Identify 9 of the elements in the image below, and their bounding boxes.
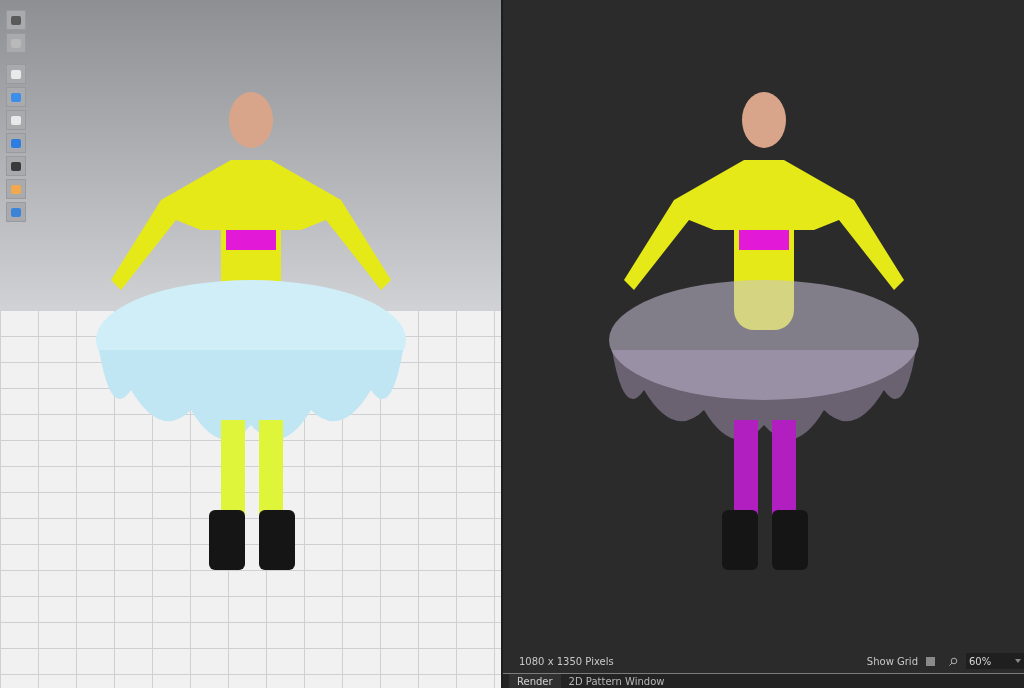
caret-icon xyxy=(1015,659,1021,663)
show-grid-checkbox[interactable] xyxy=(926,656,935,666)
panel-tab[interactable]: Render xyxy=(509,674,561,688)
panel-tab[interactable]: 2D Pattern Window xyxy=(560,674,673,688)
zoom-field[interactable]: 60% xyxy=(966,653,1024,669)
search-icon xyxy=(949,656,958,666)
show-grid-label: Show Grid xyxy=(866,655,918,667)
resolution-text: 1080 x 1350 Pixels xyxy=(519,655,615,667)
3d-viewport[interactable] xyxy=(0,0,503,688)
